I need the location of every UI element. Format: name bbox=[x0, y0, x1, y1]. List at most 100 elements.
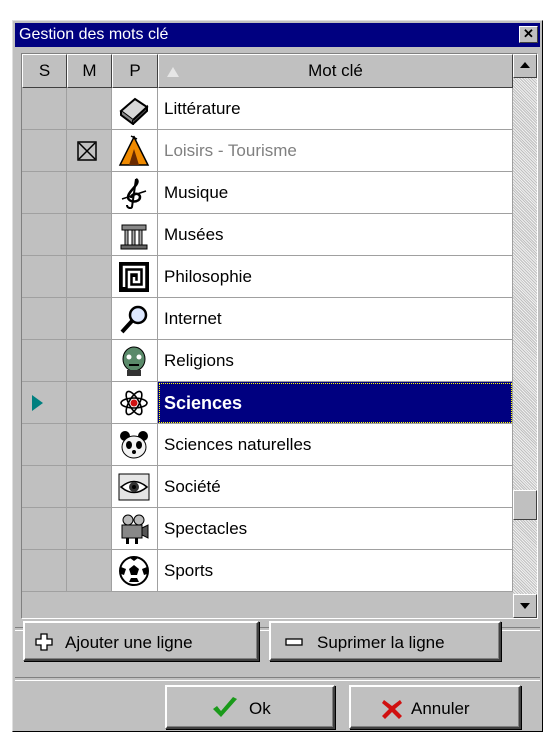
movie-camera-icon bbox=[118, 513, 150, 545]
keyword-row[interactable]: Sciences bbox=[22, 382, 513, 424]
temple-icon bbox=[118, 219, 150, 251]
row-mark-cell[interactable] bbox=[67, 172, 112, 214]
row-mark-cell[interactable] bbox=[67, 466, 112, 508]
keyword-text: Musées bbox=[164, 225, 224, 244]
keyword-row[interactable]: Spectacles bbox=[22, 508, 513, 550]
keyword-row[interactable]: Musées bbox=[22, 214, 513, 256]
row-mark-cell[interactable] bbox=[67, 382, 112, 424]
scroll-down-button[interactable] bbox=[513, 594, 537, 618]
column-header-p[interactable]: P bbox=[112, 54, 158, 88]
column-header-s[interactable]: S bbox=[22, 54, 67, 88]
row-keyword-cell[interactable]: Sciences naturelles bbox=[158, 424, 513, 466]
keyword-text: Philosophie bbox=[164, 267, 252, 286]
keyword-row[interactable]: Loisirs - Tourisme bbox=[22, 130, 513, 172]
close-icon: ✕ bbox=[523, 26, 534, 41]
column-header-keyword-label: Mot clé bbox=[308, 61, 363, 80]
add-line-label: Ajouter une ligne bbox=[65, 633, 193, 652]
row-selector-cell[interactable] bbox=[22, 256, 67, 298]
treble-clef-icon bbox=[118, 177, 150, 210]
keyword-text: Internet bbox=[164, 309, 222, 328]
row-keyword-cell[interactable]: Internet bbox=[158, 298, 513, 340]
row-selector-cell[interactable] bbox=[22, 424, 67, 466]
keyword-row[interactable]: Sports bbox=[22, 550, 513, 592]
row-keyword-cell[interactable]: Religions bbox=[158, 340, 513, 382]
cancel-button[interactable]: Annuler bbox=[349, 685, 521, 729]
column-header-keyword[interactable]: Mot clé bbox=[158, 54, 513, 88]
scroll-up-button[interactable] bbox=[513, 54, 537, 78]
row-selector-cell[interactable] bbox=[22, 214, 67, 256]
greek-key-icon bbox=[118, 261, 150, 293]
row-picture-cell[interactable] bbox=[112, 508, 158, 550]
keyword-grid[interactable]: S M P Mot clé Littérature Loisirs - Touri… bbox=[21, 53, 538, 619]
keyword-row[interactable]: Littérature bbox=[22, 88, 513, 130]
row-picture-cell[interactable] bbox=[112, 466, 158, 508]
row-keyword-cell[interactable]: Littérature bbox=[158, 88, 513, 130]
row-picture-cell[interactable] bbox=[112, 550, 158, 592]
keyword-text: Musique bbox=[164, 183, 229, 202]
keyword-text: Sciences naturelles bbox=[164, 435, 312, 454]
row-picture-cell[interactable] bbox=[112, 172, 158, 214]
row-selector-cell[interactable] bbox=[22, 130, 67, 172]
row-picture-cell[interactable] bbox=[112, 214, 158, 256]
row-keyword-cell[interactable]: Spectacles bbox=[158, 508, 513, 550]
row-picture-cell[interactable] bbox=[112, 130, 158, 172]
row-mark-cell[interactable] bbox=[67, 88, 112, 130]
row-mark-cell[interactable] bbox=[67, 424, 112, 466]
current-row-pointer-icon bbox=[32, 395, 43, 411]
row-mark-cell[interactable] bbox=[67, 550, 112, 592]
row-selector-cell[interactable] bbox=[22, 340, 67, 382]
row-keyword-cell[interactable]: Sciences bbox=[158, 382, 513, 424]
keyword-row[interactable]: Religions bbox=[22, 340, 513, 382]
delete-line-button[interactable]: Suprimer la ligne bbox=[269, 621, 501, 661]
keyword-row[interactable]: Internet bbox=[22, 298, 513, 340]
row-picture-cell[interactable] bbox=[112, 340, 158, 382]
row-mark-cell[interactable] bbox=[67, 256, 112, 298]
keyword-row[interactable]: Musique bbox=[22, 172, 513, 214]
keyword-row[interactable]: Sciences naturelles bbox=[22, 424, 513, 466]
keyword-row[interactable]: Philosophie bbox=[22, 256, 513, 298]
row-mark-cell[interactable] bbox=[67, 298, 112, 340]
row-keyword-cell[interactable]: Musique bbox=[158, 172, 513, 214]
row-selector-cell[interactable] bbox=[22, 550, 67, 592]
close-button[interactable]: ✕ bbox=[519, 26, 538, 43]
window-title: Gestion des mots clé bbox=[19, 26, 169, 43]
row-selector-cell[interactable] bbox=[22, 298, 67, 340]
row-selector-cell[interactable] bbox=[22, 508, 67, 550]
delete-line-label: Suprimer la ligne bbox=[317, 633, 445, 652]
row-keyword-cell[interactable]: Philosophie bbox=[158, 256, 513, 298]
arrow-down-icon bbox=[520, 603, 530, 609]
row-keyword-cell[interactable]: Sports bbox=[158, 550, 513, 592]
row-mark-cell[interactable] bbox=[67, 214, 112, 256]
keyword-row[interactable]: Société bbox=[22, 466, 513, 508]
row-selector-cell[interactable] bbox=[22, 466, 67, 508]
statue-head-icon bbox=[118, 345, 150, 377]
row-selector-cell[interactable] bbox=[22, 382, 67, 424]
keyword-text: Sports bbox=[164, 561, 214, 580]
row-picture-cell[interactable] bbox=[112, 298, 158, 340]
atom-icon bbox=[118, 387, 150, 419]
row-selector-cell[interactable] bbox=[22, 172, 67, 214]
row-mark-cell[interactable] bbox=[67, 130, 112, 172]
scroll-thumb[interactable] bbox=[513, 490, 537, 520]
ok-button[interactable]: Ok bbox=[165, 685, 335, 729]
ok-label: Ok bbox=[249, 699, 271, 718]
row-keyword-cell[interactable]: Société bbox=[158, 466, 513, 508]
book-icon bbox=[118, 93, 150, 126]
vertical-scrollbar[interactable] bbox=[513, 54, 537, 618]
row-picture-cell[interactable] bbox=[112, 256, 158, 298]
cancel-label: Annuler bbox=[411, 699, 470, 718]
marked-checkbox-icon[interactable] bbox=[77, 141, 97, 161]
minus-icon bbox=[285, 638, 303, 646]
row-keyword-cell[interactable]: Musées bbox=[158, 214, 513, 256]
tent-icon bbox=[118, 135, 150, 167]
title-bar[interactable]: Gestion des mots clé ✕ bbox=[15, 23, 540, 47]
row-picture-cell[interactable] bbox=[112, 382, 158, 424]
row-picture-cell[interactable] bbox=[112, 88, 158, 130]
row-keyword-cell[interactable]: Loisirs - Tourisme bbox=[158, 130, 513, 172]
row-mark-cell[interactable] bbox=[67, 340, 112, 382]
row-mark-cell[interactable] bbox=[67, 508, 112, 550]
add-line-button[interactable]: Ajouter une ligne bbox=[23, 621, 259, 661]
row-selector-cell[interactable] bbox=[22, 88, 67, 130]
column-header-m[interactable]: M bbox=[67, 54, 112, 88]
row-picture-cell[interactable] bbox=[112, 424, 158, 466]
